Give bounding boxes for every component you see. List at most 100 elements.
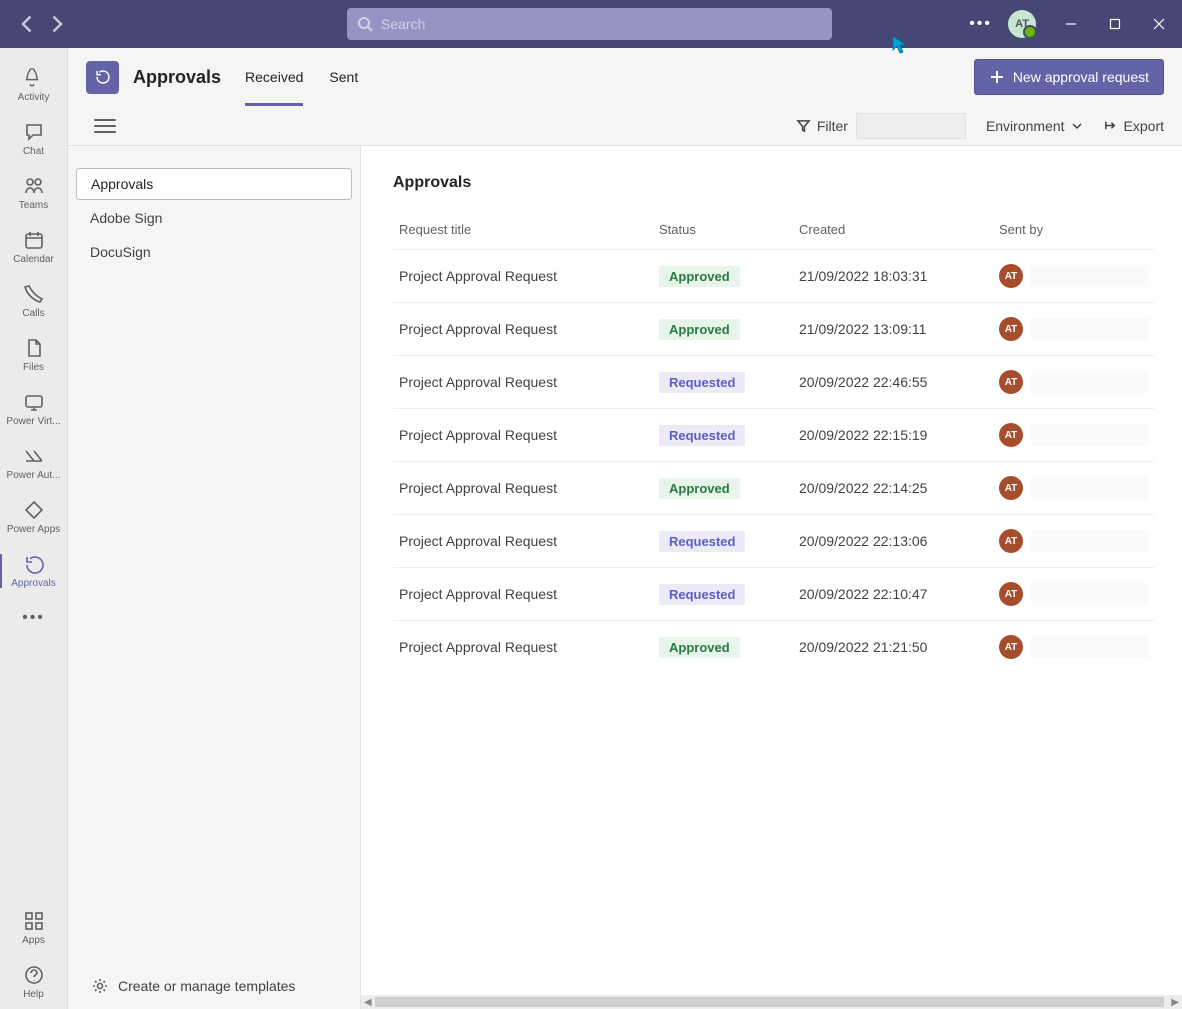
filter-button[interactable]: Filter: [796, 118, 848, 134]
search-box[interactable]: [347, 8, 832, 40]
rail-item-label: Files: [23, 362, 44, 373]
forward-button[interactable]: [46, 14, 66, 34]
app-header: Approvals ReceivedSent New approval requ…: [68, 48, 1182, 106]
sender-avatar: AT: [999, 423, 1023, 447]
rail-item-calendar[interactable]: Calendar: [0, 220, 68, 274]
sidebar-item-approvals[interactable]: Approvals: [76, 168, 352, 200]
window-minimize-button[interactable]: [1062, 18, 1080, 30]
app-rail: ActivityChat Teams Calendar Calls Files Power…: [0, 48, 68, 1009]
rail-item-power-apps[interactable]: Power Apps: [0, 490, 68, 544]
cell-created: 20/09/2022 21:21:50: [793, 621, 993, 674]
sender-avatar: AT: [999, 635, 1023, 659]
rail-more-button[interactable]: •••: [0, 598, 68, 638]
table-row[interactable]: Project Approval Request Approved 20/09/20…: [393, 462, 1154, 515]
cell-sentby: AT: [993, 250, 1154, 303]
cell-title: Project Approval Request: [393, 409, 653, 462]
tab-received[interactable]: Received: [245, 48, 303, 106]
cell-title: Project Approval Request: [393, 621, 653, 674]
status-badge: Approved: [659, 319, 740, 340]
status-badge: Approved: [659, 478, 740, 499]
column-header-status[interactable]: Status: [653, 216, 793, 250]
export-button[interactable]: Export: [1103, 118, 1164, 134]
manage-templates-button[interactable]: Create or manage templates: [68, 961, 360, 1009]
plus-icon: [989, 69, 1005, 85]
approvals-table: Request title Status Created Sent by Pro…: [393, 216, 1154, 673]
papps-icon: [23, 499, 45, 521]
gear-icon: [92, 978, 108, 994]
sender-name: [1031, 424, 1148, 446]
environment-label: Environment: [986, 118, 1065, 134]
pvirt-icon: [23, 391, 45, 413]
table-row[interactable]: Project Approval Request Approved 21/09/20…: [393, 303, 1154, 356]
cell-created: 20/09/2022 22:14:25: [793, 462, 993, 515]
rail-item-files[interactable]: Files: [0, 328, 68, 382]
calls-icon: [23, 283, 45, 305]
sender-avatar: AT: [999, 317, 1023, 341]
sidebar-item-adobe-sign[interactable]: Adobe Sign: [76, 202, 352, 234]
app-more-button[interactable]: •••: [969, 15, 992, 33]
cell-created: 21/09/2022 18:03:31: [793, 250, 993, 303]
table-row[interactable]: Project Approval RequestRequested20/09/2…: [393, 409, 1154, 462]
rail-item-chat[interactable]: Chat: [0, 112, 68, 166]
rail-item-activity[interactable]: Activity: [0, 58, 68, 112]
list-title: Approvals: [393, 174, 1154, 192]
filter-icon: [796, 118, 811, 133]
table-row[interactable]: Project Approval RequestRequested20/09/2…: [393, 356, 1154, 409]
title-bar: ••• AT: [0, 0, 1182, 48]
cell-status: Approved: [653, 303, 793, 356]
cell-title: Project Approval Request: [393, 462, 653, 515]
search-input[interactable]: [381, 16, 822, 32]
environment-dropdown[interactable]: Environment: [986, 118, 1083, 134]
cell-sentby: AT: [993, 515, 1154, 568]
manage-templates-label: Create or manage templates: [118, 978, 295, 994]
cell-sentby: AT: [993, 409, 1154, 462]
cell-title: Project Approval Request: [393, 303, 653, 356]
help-icon: [23, 964, 45, 986]
table-row[interactable]: Project Approval RequestRequested20/09/2…: [393, 515, 1154, 568]
status-badge: Requested: [659, 584, 745, 605]
rail-item-calls[interactable]: Calls: [0, 274, 68, 328]
main-content: Approvals Request title Status Created S…: [361, 146, 1182, 1009]
horizontal-scrollbar[interactable]: [361, 995, 1182, 1009]
cell-title: Project Approval Request: [393, 250, 653, 303]
status-badge: Requested: [659, 531, 745, 552]
back-button[interactable]: [18, 14, 38, 34]
status-badge: Approved: [659, 266, 740, 287]
window-close-button[interactable]: [1150, 18, 1168, 30]
hamburger-button[interactable]: [94, 115, 116, 137]
rail-item-power-virt-[interactable]: Power Virt...: [0, 382, 68, 436]
sender-name: [1031, 636, 1148, 658]
sidebar-item-docusign[interactable]: DocuSign: [76, 236, 352, 268]
column-header-title[interactable]: Request title: [393, 216, 653, 250]
command-bar: Filter Environment Export: [68, 106, 1182, 146]
cell-title: Project Approval Request: [393, 356, 653, 409]
sender-name: [1031, 371, 1148, 393]
cell-status: Requested: [653, 515, 793, 568]
cell-created: 20/09/2022 22:13:06: [793, 515, 993, 568]
rail-item-teams[interactable]: Teams: [0, 166, 68, 220]
user-avatar[interactable]: AT: [1008, 10, 1036, 38]
tab-sent[interactable]: Sent: [329, 48, 358, 106]
cell-created: 21/09/2022 13:09:11: [793, 303, 993, 356]
rail-item-approvals[interactable]: Approvals: [0, 544, 68, 598]
new-approval-request-button[interactable]: New approval request: [974, 59, 1164, 95]
rail-item-help[interactable]: Help: [0, 955, 68, 1009]
cell-created: 20/09/2022 22:15:19: [793, 409, 993, 462]
cell-status: Requested: [653, 356, 793, 409]
new-approval-request-label: New approval request: [1013, 69, 1149, 85]
cell-sentby: AT: [993, 621, 1154, 674]
rail-item-power-aut-[interactable]: Power Aut...: [0, 436, 68, 490]
column-header-created[interactable]: Created: [793, 216, 993, 250]
rail-item-apps[interactable]: Apps: [0, 901, 68, 955]
rail-item-label: Teams: [19, 200, 48, 211]
rail-item-label: Calendar: [13, 254, 54, 265]
cell-sentby: AT: [993, 356, 1154, 409]
cell-created: 20/09/2022 22:46:55: [793, 356, 993, 409]
window-maximize-button[interactable]: [1106, 18, 1124, 30]
table-row[interactable]: Project Approval Request Approved 21/09/20…: [393, 250, 1154, 303]
column-header-sentby[interactable]: Sent by: [993, 216, 1154, 250]
filter-input[interactable]: [856, 113, 966, 139]
table-row[interactable]: Project Approval RequestApproved20/09/20…: [393, 621, 1154, 674]
table-row[interactable]: Project Approval RequestRequested20/09/2…: [393, 568, 1154, 621]
sender-name: [1031, 530, 1148, 552]
